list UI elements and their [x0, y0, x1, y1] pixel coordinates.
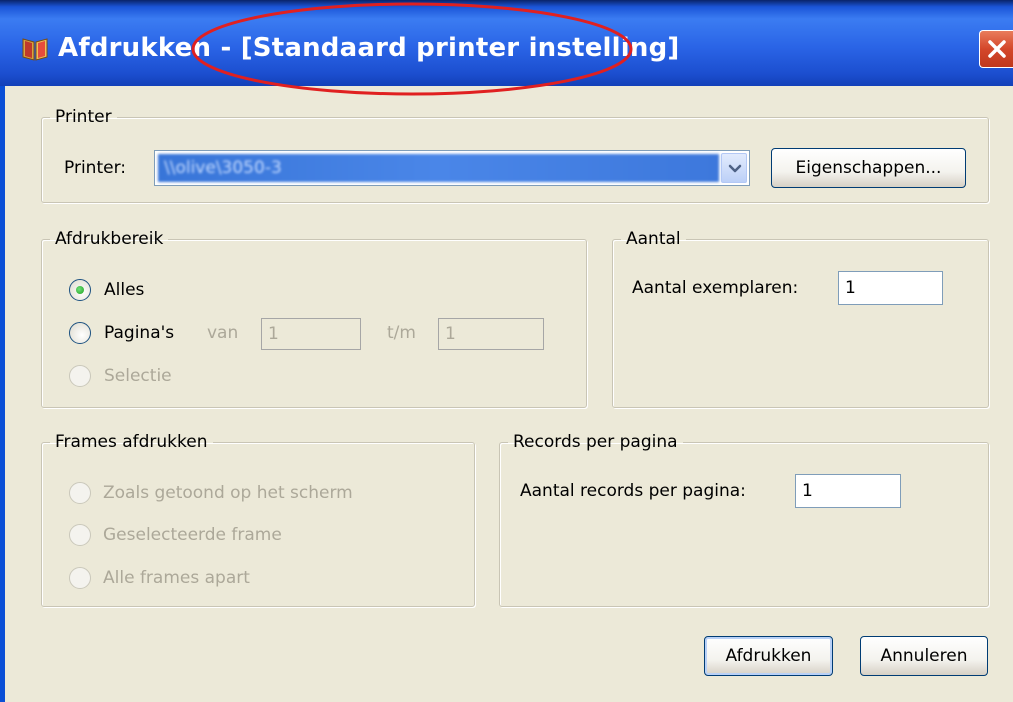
cancel-button[interactable]: Annuleren [860, 636, 988, 676]
printer-select-value: \\olive\3050-3 [158, 154, 719, 182]
records-per-page-label: Aantal records per pagina: [520, 481, 746, 501]
records-per-page-group: Records per pagina [499, 432, 989, 607]
print-frames-legend: Frames afdrukken [55, 432, 208, 452]
book-icon [20, 33, 50, 63]
records-per-page-input[interactable]: 1 [795, 474, 901, 508]
window-title: Afdrukken - [Standaard printer instellin… [58, 33, 680, 63]
radio-selection [69, 365, 91, 387]
printer-dropdown-button[interactable] [721, 153, 747, 183]
radio-selection-label: Selectie [104, 366, 172, 386]
print-button[interactable]: Afdrukken [704, 636, 833, 676]
radio-frames-separate [69, 567, 91, 589]
copies-input[interactable]: 1 [838, 271, 943, 305]
radio-all-label[interactable]: Alles [104, 279, 144, 301]
from-label: van [207, 323, 239, 343]
print-range-legend: Afdrukbereik [55, 229, 164, 249]
radio-frames-screen [69, 482, 91, 504]
radio-selected-dot [76, 286, 84, 294]
print-dialog: Afdrukken - [Standaard printer instellin… [0, 0, 1013, 702]
title-bar[interactable]: Afdrukken - [Standaard printer instellin… [0, 0, 1013, 86]
copies-label: Aantal exemplaren: [632, 278, 799, 298]
radio-pages[interactable] [69, 322, 91, 344]
radio-frames-selected-label: Geselecteerde frame [103, 525, 282, 545]
radio-frames-screen-label: Zoals getoond op het scherm [103, 483, 353, 503]
radio-frames-selected [69, 524, 91, 546]
radio-all[interactable] [69, 279, 91, 301]
printer-group-legend: Printer [55, 107, 112, 127]
copies-group: Aantal [612, 229, 989, 408]
printer-select[interactable]: \\olive\3050-3 [154, 150, 750, 186]
copies-legend: Aantal [626, 229, 681, 249]
to-page-input[interactable]: 1 [438, 318, 544, 350]
from-page-input[interactable]: 1 [261, 318, 361, 350]
properties-button[interactable]: Eigenschappen... [771, 148, 966, 188]
to-label: t/m [387, 323, 416, 343]
window-border [0, 86, 5, 702]
printer-label: Printer: [64, 158, 126, 178]
close-button[interactable] [979, 30, 1013, 68]
radio-frames-separate-label: Alle frames apart [103, 568, 250, 588]
records-per-page-legend: Records per pagina [513, 432, 678, 452]
radio-pages-label[interactable]: Pagina's [104, 322, 174, 344]
